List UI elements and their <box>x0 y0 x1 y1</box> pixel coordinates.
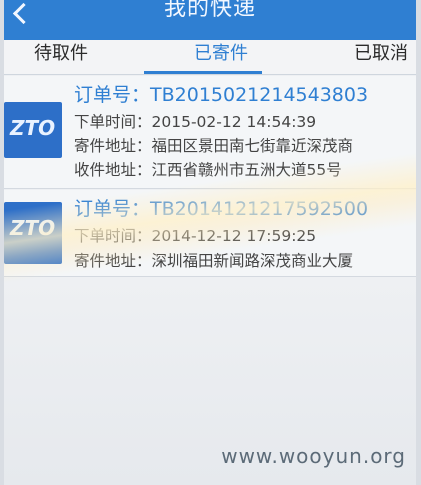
order-number-label: 订单号： <box>74 198 151 220</box>
receiver-address-row: 收件地址：江西省赣州市五洲大道55号 <box>74 158 342 180</box>
sender-address-label: 寄件地址： <box>74 252 152 270</box>
sender-address-label: 寄件地址： <box>74 137 152 155</box>
sender-address-row: 寄件地址：深圳福田新闻路深茂商业大厦 <box>74 249 353 271</box>
zto-logo: ZTO <box>4 202 62 264</box>
page-title: 我的快递 <box>163 0 256 21</box>
receiver-address: 江西省赣州市五洲大道55号 <box>151 161 342 179</box>
zto-logo: ZTO <box>4 102 62 158</box>
receiver-address-label: 收件地址： <box>74 161 152 179</box>
app-bar: 我的快递 <box>4 0 416 40</box>
order-number-label: 订单号： <box>74 84 151 106</box>
watermark: www.wooyun.org <box>221 444 406 468</box>
tab-bar: 待取件 已寄件 已取消 <box>4 40 416 75</box>
tab-pending-pickup[interactable]: 待取件 <box>34 40 88 74</box>
order-time-row: 下单时间：2015-02-12 14:54:39 <box>74 110 316 132</box>
order-time: 2015-02-12 14:54:39 <box>151 113 317 131</box>
order-time-label: 下单时间： <box>74 227 152 245</box>
order-number-row: 订单号：TB2014121217592500 <box>74 194 368 221</box>
order-time-row: 下单时间：2014-12-12 17:59:25 <box>74 224 316 246</box>
order-time-label: 下单时间： <box>74 113 152 131</box>
order-card[interactable]: ZTO 订单号：TB2015021214543803 下单时间：2015-02-… <box>4 76 416 189</box>
sender-address-row: 寄件地址：福田区景田南七街靠近深茂商 <box>74 134 353 156</box>
tab-sent[interactable]: 已寄件 <box>194 40 248 74</box>
sender-address: 深圳福田新闻路深茂商业大厦 <box>151 252 354 270</box>
sender-address: 福田区景田南七街靠近深茂商 <box>151 137 354 155</box>
order-card[interactable]: ZTO 订单号：TB2014121217592500 下单时间：2014-12-… <box>4 190 416 277</box>
tab-cancelled[interactable]: 已取消 <box>354 40 408 74</box>
order-number-row: 订单号：TB2015021214543803 <box>74 80 368 107</box>
order-time: 2014-12-12 17:59:25 <box>151 227 317 245</box>
order-number: TB2015021214543803 <box>150 84 369 106</box>
active-tab-indicator <box>144 71 262 74</box>
screen: 我的快递 待取件 已寄件 已取消 ZTO 订单号：TB2015021214543… <box>4 0 416 485</box>
order-number: TB2014121217592500 <box>150 198 369 220</box>
